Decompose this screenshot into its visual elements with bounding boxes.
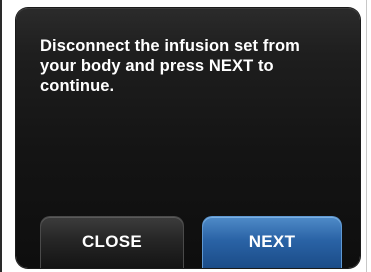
dialog-screen: Disconnect the infusion set from your bo… [16, 8, 360, 268]
device-frame: Disconnect the infusion set from your bo… [0, 0, 371, 272]
frame-edge-right [366, 0, 367, 272]
dialog-message: Disconnect the infusion set from your bo… [40, 37, 300, 95]
close-button[interactable]: CLOSE [40, 216, 184, 268]
frame-edge-left [0, 0, 2, 272]
next-button[interactable]: NEXT [202, 216, 342, 268]
